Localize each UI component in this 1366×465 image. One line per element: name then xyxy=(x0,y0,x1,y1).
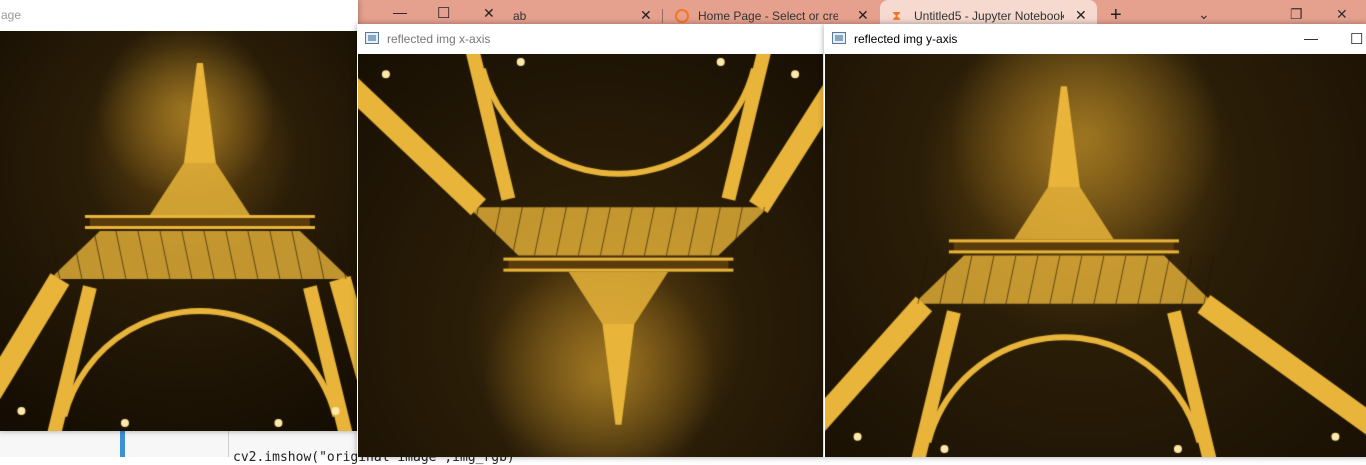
original-image-window[interactable]: age — xyxy=(0,0,358,431)
opencv-window-icon xyxy=(365,32,379,44)
tab-search-icon[interactable]: ⌄ xyxy=(1198,6,1210,23)
hourglass-icon: ⧗ xyxy=(892,8,902,23)
window-titlebar[interactable]: reflected img y-axis — ☐ xyxy=(824,24,1366,54)
window-title: reflected img x-axis xyxy=(387,32,491,46)
window-title: age xyxy=(1,8,22,22)
browser-close-icon[interactable]: ✕ xyxy=(1336,6,1348,23)
jupyter-logo-icon xyxy=(675,9,689,23)
reflected-y-image xyxy=(825,54,1366,457)
cell-selection-bar xyxy=(120,431,125,457)
original-maximize-icon[interactable]: ☐ xyxy=(437,4,450,22)
reflected-x-image xyxy=(358,54,823,457)
tab-close-icon[interactable]: ✕ xyxy=(1075,7,1087,24)
window-titlebar[interactable]: reflected img x-axis xyxy=(357,24,824,54)
reflected-x-window[interactable]: reflected img x-axis xyxy=(357,24,824,457)
opencv-window-icon xyxy=(832,32,846,44)
window-title: reflected img y-axis xyxy=(854,32,958,46)
tab-label: Untitled5 - Jupyter Notebook xyxy=(914,9,1064,23)
tab-close-icon[interactable]: ✕ xyxy=(640,7,652,24)
original-minimize-icon[interactable]: — xyxy=(393,4,407,20)
restore-icon[interactable]: ❐ xyxy=(1290,6,1303,23)
tab-divider xyxy=(662,9,663,23)
tab-label: ab xyxy=(513,9,527,23)
cell-border xyxy=(228,431,229,457)
tab-label: Home Page - Select or create xyxy=(698,9,838,23)
original-image xyxy=(0,31,357,431)
window-titlebar[interactable]: age — xyxy=(0,0,358,31)
original-close-icon[interactable]: ✕ xyxy=(483,5,495,22)
tab-close-icon[interactable]: ✕ xyxy=(857,7,869,24)
maximize-icon[interactable]: ☐ xyxy=(1350,30,1363,48)
minimize-icon[interactable]: — xyxy=(1304,30,1318,46)
reflected-y-window[interactable]: reflected img y-axis — ☐ xyxy=(824,24,1366,457)
